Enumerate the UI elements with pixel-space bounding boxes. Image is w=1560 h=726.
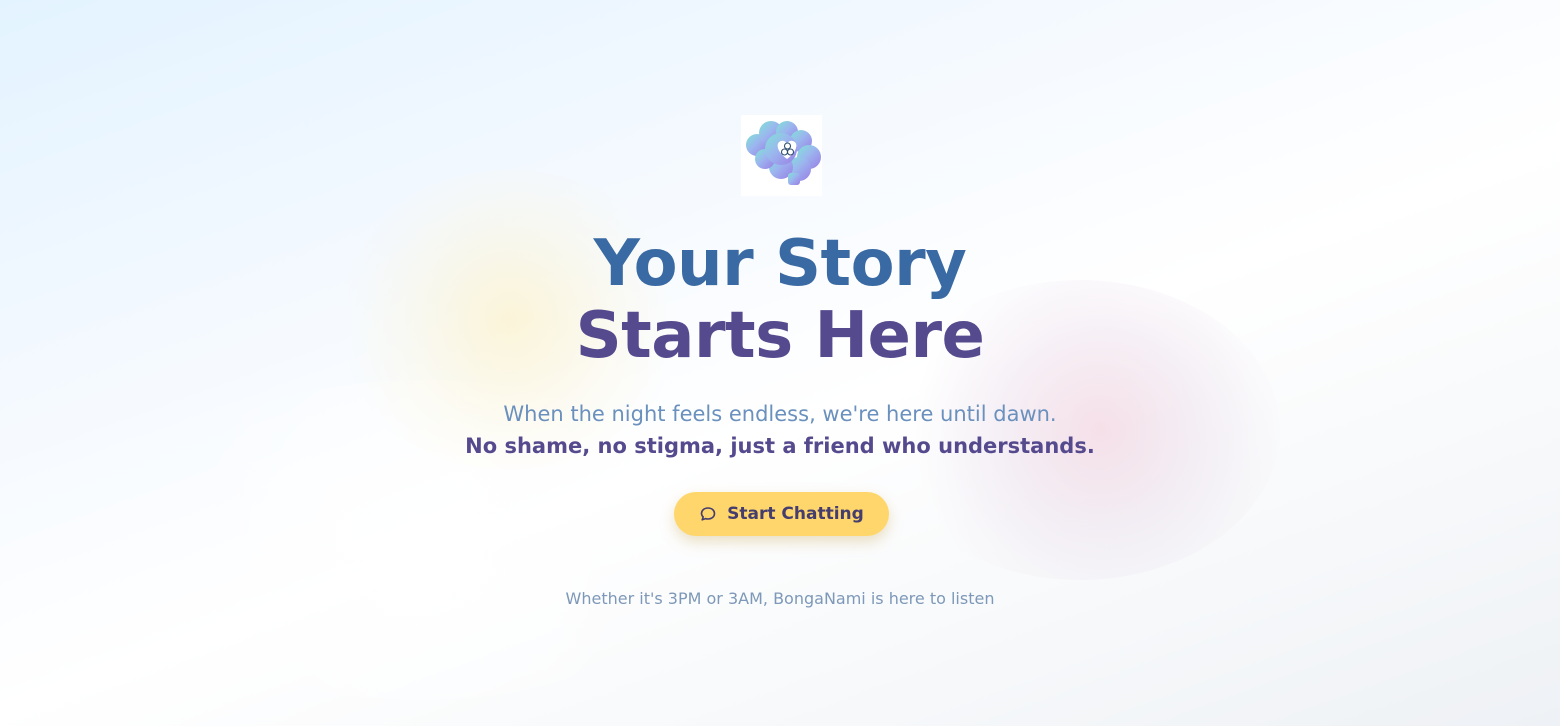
- hero-title-line-2: Starts Here: [575, 299, 985, 373]
- chat-bubble-icon: [699, 505, 717, 523]
- brain-heart-logo-icon: [741, 115, 822, 196]
- start-chatting-label: Start Chatting: [727, 504, 864, 524]
- hero-title-line-1: Your Story: [593, 227, 967, 301]
- hero-subtitle-line-2: No shame, no stigma, just a friend who u…: [465, 434, 1095, 458]
- start-chatting-button[interactable]: Start Chatting: [674, 492, 889, 536]
- hero-title: Your Story Starts Here: [0, 228, 1560, 372]
- hero-subtitle-line-1: When the night feels endless, we're here…: [503, 402, 1057, 426]
- availability-note: Whether it's 3PM or 3AM, BongaNami is he…: [565, 589, 995, 608]
